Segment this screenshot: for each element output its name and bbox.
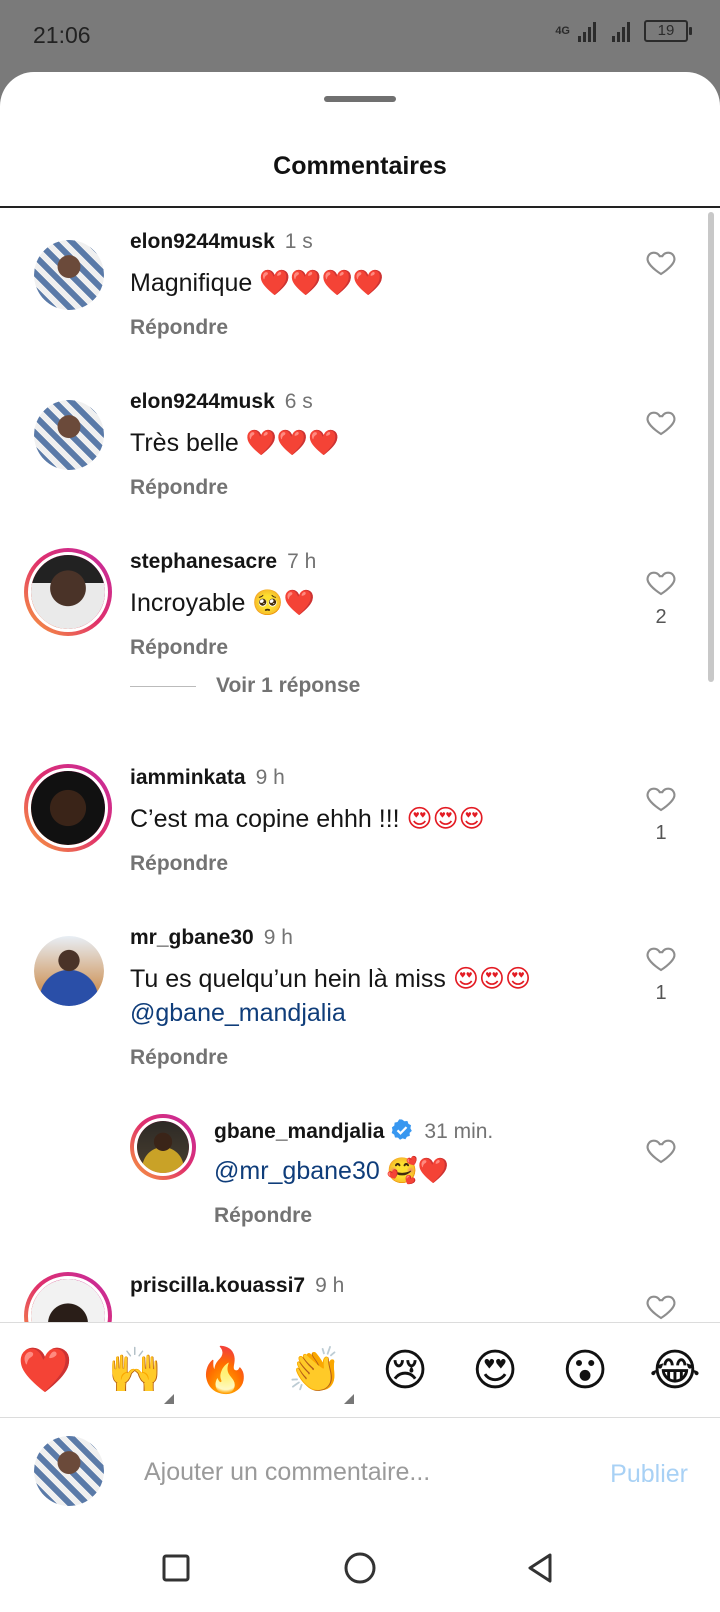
- view-replies-label: Voir 1 réponse: [216, 674, 361, 697]
- reply-button[interactable]: Répondre: [130, 636, 228, 660]
- avatar-story-ring[interactable]: [24, 548, 112, 636]
- comment-emoji: 🥺❤️: [252, 589, 315, 617]
- scrollbar[interactable]: [708, 212, 714, 682]
- comment-time: 1 s: [284, 230, 313, 253]
- divider: [130, 685, 196, 687]
- like-heart-icon[interactable]: [644, 782, 678, 814]
- comment-username[interactable]: mr_gbane30 9 h: [130, 926, 293, 950]
- comments-sheet: Commentaires elon9244musk 1 s Magnifique …: [0, 72, 720, 1612]
- home-icon[interactable]: [340, 1548, 380, 1588]
- reply-button[interactable]: Répondre: [130, 1046, 228, 1070]
- comment-text: Magnifique ❤️❤️❤️❤️: [130, 269, 384, 297]
- view-replies-button[interactable]: Voir 1 réponse: [130, 674, 360, 698]
- mention-link[interactable]: @mr_gbane30: [214, 1157, 380, 1185]
- comment-time: 9 h: [255, 766, 285, 789]
- network-type: 4G: [555, 24, 570, 37]
- comment-emoji: 😍😍😍: [452, 965, 532, 993]
- reaction-raised-hands[interactable]: 🙌: [90, 1344, 180, 1404]
- like-count: 1: [655, 982, 667, 1004]
- skin-tone-indicator-icon: [164, 1394, 174, 1404]
- like-count: 2: [655, 606, 667, 628]
- comment-text: Incroyable 🥺❤️: [130, 589, 315, 617]
- like-count: 1: [655, 822, 667, 844]
- reaction-clap[interactable]: 👏: [270, 1344, 360, 1404]
- drag-handle[interactable]: [324, 96, 396, 102]
- comment-text: @mr_gbane30 🥰❤️: [214, 1154, 449, 1188]
- signal-icon: [578, 20, 596, 42]
- avatar-story-ring[interactable]: [24, 764, 112, 852]
- reaction-heart-eyes[interactable]: 😍: [450, 1345, 540, 1396]
- comments-list[interactable]: elon9244musk 1 s Magnifique ❤️❤️❤️❤️ Répo…: [0, 208, 720, 1394]
- verified-badge-icon: [392, 1119, 413, 1140]
- avatar[interactable]: [34, 936, 104, 1006]
- comment-time: 9 h: [263, 926, 293, 949]
- like-heart-icon[interactable]: [644, 566, 678, 598]
- signal-icon-2: [612, 20, 630, 42]
- avatar-story-ring[interactable]: [130, 1114, 196, 1180]
- reaction-fire[interactable]: 🔥: [180, 1344, 270, 1396]
- back-icon[interactable]: [520, 1548, 560, 1588]
- comment-username[interactable]: elon9244musk 6 s: [130, 390, 313, 414]
- comment-username[interactable]: gbane_mandjalia 31 min.: [214, 1118, 493, 1144]
- reaction-surprised[interactable]: 😮: [540, 1345, 630, 1396]
- comment-emoji: 😍😍😍: [406, 805, 485, 833]
- recent-apps-icon[interactable]: [156, 1548, 196, 1588]
- status-time: 21:06: [33, 22, 91, 48]
- reply-button[interactable]: Répondre: [130, 476, 228, 500]
- mention-link[interactable]: @gbane_mandjalia: [130, 996, 346, 1030]
- reply-button[interactable]: Répondre: [214, 1204, 312, 1228]
- avatar[interactable]: [34, 400, 104, 470]
- like-heart-icon[interactable]: [644, 406, 678, 438]
- status-icons: 4G 19: [555, 20, 692, 42]
- reaction-laughing[interactable]: 😂: [630, 1345, 720, 1396]
- comment-username[interactable]: priscilla.kouassi7 9 h: [130, 1274, 344, 1298]
- like-heart-icon[interactable]: [644, 942, 678, 974]
- sheet-title: Commentaires: [273, 152, 447, 180]
- comment-input[interactable]: Ajouter un commentaire...: [144, 1458, 430, 1487]
- comment-username[interactable]: elon9244musk 1 s: [130, 230, 313, 254]
- system-nav-bar: [0, 1528, 720, 1612]
- reaction-emoji-bar: ❤️ 🙌 🔥 👏 😢 😍 😮 😂: [0, 1322, 720, 1418]
- like-heart-icon[interactable]: [644, 1134, 678, 1166]
- comment-time: 7 h: [287, 550, 317, 573]
- current-user-avatar: [34, 1436, 104, 1506]
- like-heart-icon[interactable]: [644, 246, 678, 278]
- comment-text: C’est ma copine ehhh !!! 😍😍😍: [130, 805, 485, 833]
- comment-username[interactable]: stephanesacre 7 h: [130, 550, 316, 574]
- comment-username[interactable]: iamminkata 9 h: [130, 766, 285, 790]
- comment-time: 6 s: [284, 390, 313, 413]
- reply-button[interactable]: Répondre: [130, 316, 228, 340]
- comment-time: 31 min.: [424, 1120, 494, 1143]
- like-heart-icon[interactable]: [644, 1290, 678, 1322]
- comment-emoji: 🥰❤️: [386, 1157, 449, 1185]
- comment-time: 9 h: [315, 1274, 345, 1297]
- reply-button[interactable]: Répondre: [130, 852, 228, 876]
- avatar[interactable]: [34, 240, 104, 310]
- comment-text: Très belle ❤️❤️❤️: [130, 429, 340, 457]
- comment-emoji: ❤️❤️❤️❤️: [259, 269, 384, 297]
- comment-composer: Ajouter un commentaire... Publier: [0, 1418, 720, 1528]
- reaction-heart[interactable]: ❤️: [0, 1344, 90, 1396]
- post-button[interactable]: Publier: [610, 1460, 688, 1489]
- status-bar: 21:06 4G 19: [0, 0, 720, 72]
- skin-tone-indicator-icon: [344, 1394, 354, 1404]
- reaction-crying[interactable]: 😢: [360, 1345, 450, 1396]
- battery-icon: 19: [644, 20, 692, 42]
- comment-emoji: ❤️❤️❤️: [245, 429, 340, 457]
- comment-text: Tu es quelqu’un hein là miss 😍😍😍: [130, 965, 532, 993]
